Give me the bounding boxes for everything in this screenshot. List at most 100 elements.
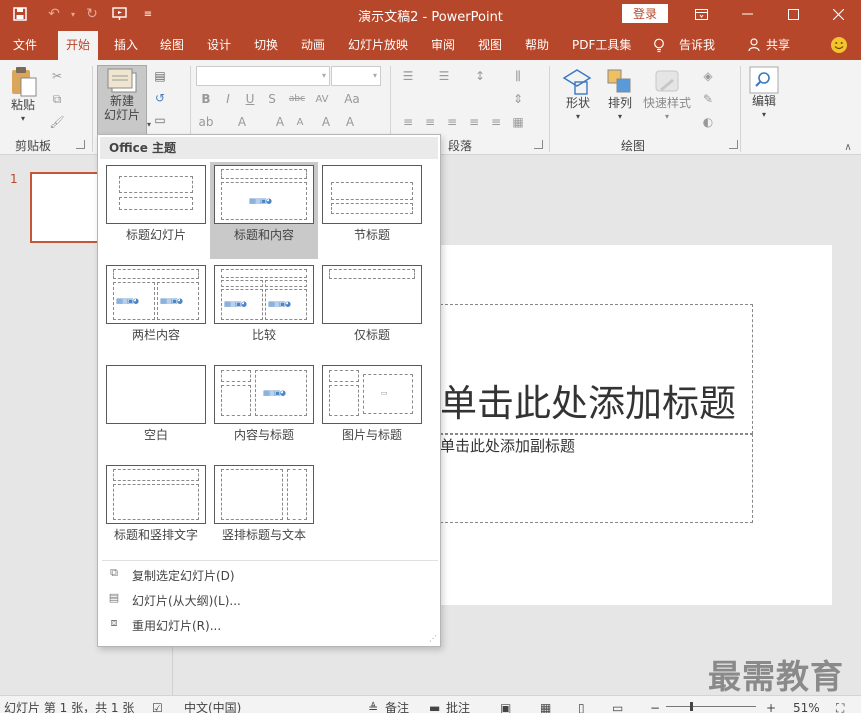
tab-animations[interactable]: 动画 <box>301 31 325 60</box>
shape-effects-icon[interactable]: ◐ <box>698 112 718 132</box>
line-spacing-icon[interactable]: ↕ <box>470 66 490 86</box>
ribbon-display-options-icon[interactable] <box>678 0 724 28</box>
text-direction-icon[interactable]: A <box>340 112 360 132</box>
comments-button[interactable]: 批注 <box>446 701 470 713</box>
maximize-icon[interactable] <box>770 0 816 28</box>
paragraph-launcher-icon[interactable] <box>534 140 543 149</box>
shadow-icon[interactable]: S <box>262 89 282 109</box>
minimize-icon[interactable] <box>724 0 770 28</box>
layout-section-header[interactable]: 节标题 <box>318 162 426 259</box>
editing-button[interactable]: 编辑 ▾ <box>747 66 781 122</box>
resize-grip-icon[interactable]: ⋰ <box>429 634 437 643</box>
bold-icon[interactable]: B <box>196 89 216 109</box>
tab-transitions[interactable]: 切换 <box>254 31 278 60</box>
highlight-icon[interactable]: ab <box>196 112 216 132</box>
layout-comparison[interactable]: ▦▤▣◕ ▦▤▣◕ 比较 <box>210 262 318 359</box>
spelling-check-icon[interactable]: ☑ <box>152 701 163 713</box>
layout-two-content[interactable]: ▦▤▣◕ ▦▤▣◕ 两栏内容 <box>102 262 210 359</box>
clipboard-launcher-icon[interactable] <box>76 140 85 149</box>
italic-icon[interactable]: I <box>218 89 238 109</box>
numbering-icon[interactable]: ☰ <box>434 66 454 86</box>
align-center-icon[interactable]: ≡ <box>420 112 440 132</box>
smiley-feedback-icon[interactable] <box>830 31 848 60</box>
tab-draw[interactable]: 绘图 <box>160 31 184 60</box>
cut-icon[interactable]: ✂ <box>47 66 67 86</box>
comments-icon[interactable]: ▬ <box>429 701 440 713</box>
tab-home[interactable]: 开始 <box>58 31 99 60</box>
collapse-ribbon-icon[interactable]: ∧ <box>838 137 858 157</box>
layout-icon[interactable]: ▤ <box>150 66 170 86</box>
strikethrough-icon[interactable]: abc <box>286 89 308 109</box>
duplicate-slide-menu-item[interactable]: ⧉ 复制选定幻灯片(D) <box>102 563 438 585</box>
layout-vertical-title-and-text[interactable]: 竖排标题与文本 <box>210 462 318 559</box>
close-icon[interactable] <box>815 0 861 28</box>
quick-styles-button[interactable]: 快速样式 ▾ <box>640 68 694 124</box>
columns-icon[interactable]: ⫼ <box>508 66 528 86</box>
tab-help[interactable]: 帮助 <box>525 31 549 60</box>
language-status[interactable]: 中文(中国) <box>184 701 241 713</box>
align-text-icon[interactable]: ⇕ <box>508 89 528 109</box>
font-color-icon[interactable]: A <box>232 112 252 132</box>
copy-icon[interactable]: ⧉ <box>47 89 67 109</box>
shape-outline-icon[interactable]: ✎ <box>698 89 718 109</box>
layout-title-and-content[interactable]: ▦▤▣◕ 标题和内容 <box>210 162 318 259</box>
login-button[interactable]: 登录 <box>622 4 668 23</box>
slides-from-outline-menu-item[interactable]: ▤ 幻灯片(从大纲)(L)... <box>102 588 438 610</box>
slide-sorter-view-icon[interactable]: ▦ <box>540 701 551 713</box>
zoom-level[interactable]: 51% <box>793 701 820 713</box>
layout-blank[interactable]: 空白 <box>102 362 210 459</box>
clear-formatting-icon[interactable]: A <box>316 112 336 132</box>
decrease-font-icon[interactable]: A <box>290 112 310 132</box>
tab-review[interactable]: 审阅 <box>431 31 455 60</box>
layout-title-slide[interactable]: 标题幻灯片 <box>102 162 210 259</box>
tab-insert[interactable]: 插入 <box>114 31 138 60</box>
customize-qat-icon[interactable]: ≡ <box>136 4 160 24</box>
paste-button[interactable]: 粘贴 ▾ <box>8 66 38 126</box>
underline-icon[interactable]: U <box>240 89 260 109</box>
tab-design[interactable]: 设计 <box>207 31 231 60</box>
layout-title-only[interactable]: 仅标题 <box>318 262 426 359</box>
reset-icon[interactable]: ↺ <box>150 88 170 108</box>
arrange-button[interactable]: 排列 ▾ <box>600 68 640 124</box>
layout-picture-with-caption[interactable]: ▭ 图片与标题 <box>318 362 426 459</box>
slideshow-view-icon[interactable]: ▭ <box>612 701 623 713</box>
justify-icon[interactable]: ≡ <box>464 112 484 132</box>
tab-pdf-tools[interactable]: PDF工具集 <box>572 31 631 60</box>
save-icon[interactable] <box>8 4 32 24</box>
distributed-icon[interactable]: ≡ <box>486 112 506 132</box>
change-case-icon[interactable]: Aa <box>342 89 362 109</box>
paste-dropdown-icon[interactable]: ▾ <box>21 112 25 126</box>
share-person-icon[interactable] <box>748 31 762 60</box>
shapes-button[interactable]: 形状 ▾ <box>556 68 600 124</box>
font-name-combobox[interactable]: ▾ <box>196 66 330 86</box>
normal-view-icon[interactable]: ▣ <box>500 701 511 713</box>
shape-fill-icon[interactable]: ◈ <box>698 66 718 86</box>
redo-icon[interactable]: ↻ <box>80 4 104 24</box>
reuse-slides-menu-item[interactable]: ⧈ 重用幻灯片(R)... <box>102 613 438 635</box>
tab-tell-me[interactable]: 告诉我 <box>679 31 715 60</box>
increase-font-icon[interactable]: A <box>270 112 290 132</box>
zoom-slider[interactable] <box>666 706 756 707</box>
tab-file[interactable]: 文件 <box>13 31 37 60</box>
tab-view[interactable]: 视图 <box>478 31 502 60</box>
fit-to-window-icon[interactable]: ⛶ <box>836 701 844 713</box>
align-left-icon[interactable]: ≡ <box>398 112 418 132</box>
reading-view-icon[interactable]: ▯ <box>578 701 585 713</box>
zoom-in-icon[interactable]: + <box>766 701 776 713</box>
tab-slideshow[interactable]: 幻灯片放映 <box>348 31 408 60</box>
zoom-slider-thumb[interactable] <box>690 702 693 711</box>
layout-content-with-caption[interactable]: ▦▤▣◕ 内容与标题 <box>210 362 318 459</box>
drawing-launcher-icon[interactable] <box>729 140 738 149</box>
align-right-icon[interactable]: ≡ <box>442 112 462 132</box>
smartart-icon[interactable]: ▦ <box>508 112 528 132</box>
section-icon[interactable]: ▭ <box>150 110 170 130</box>
bullets-icon[interactable]: ☰ <box>398 66 418 86</box>
start-from-beginning-icon[interactable] <box>108 4 132 24</box>
notes-button[interactable]: 备注 <box>385 701 409 713</box>
share-button[interactable]: 共享 <box>766 31 790 60</box>
layout-title-and-vertical-text[interactable]: 标题和竖排文字 <box>102 462 210 559</box>
notes-icon[interactable]: ≜ <box>368 701 378 713</box>
font-size-combobox[interactable]: ▾ <box>331 66 381 86</box>
character-spacing-icon[interactable]: AV <box>310 89 334 109</box>
format-painter-icon[interactable]: 🖌 <box>47 112 67 132</box>
